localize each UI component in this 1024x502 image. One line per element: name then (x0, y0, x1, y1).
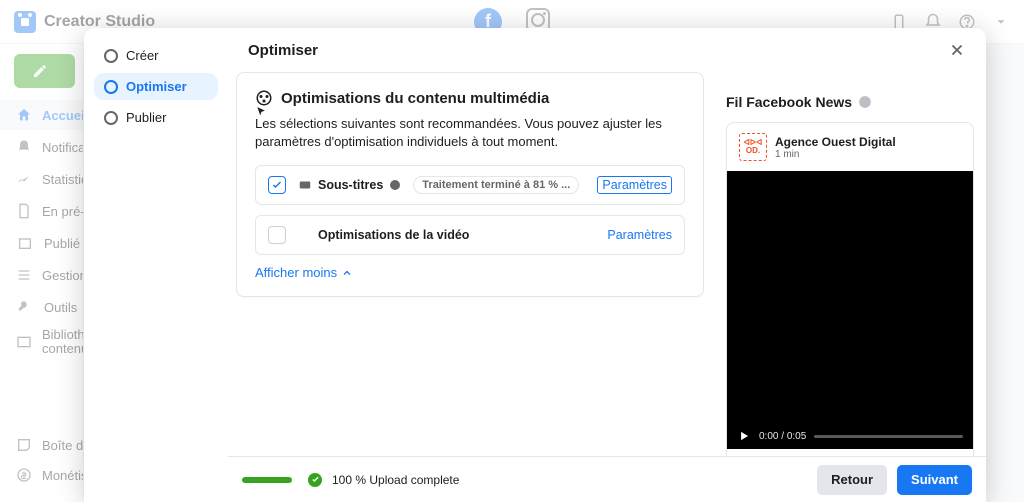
wand-icon (298, 228, 312, 242)
upload-complete-icon (308, 473, 322, 487)
optimization-card: Optimisations du contenu multimédia Les … (236, 72, 704, 297)
post-time: 1 min (775, 149, 896, 160)
opt-label: Sous-titres (318, 178, 383, 192)
step-label: Optimiser (126, 79, 187, 94)
video-opt-checkbox[interactable] (268, 226, 286, 244)
like-button[interactable]: Aimer (727, 449, 850, 456)
info-icon[interactable] (389, 179, 401, 191)
stepper: Créer Optimiser Publier (84, 28, 228, 502)
subtitles-settings-link[interactable]: Paramètres (597, 176, 672, 194)
opt-label: Optimisations de la vidéo (318, 228, 469, 242)
dialog-title: Optimiser (248, 42, 318, 59)
content-column: Optimisations du contenu multimédia Les … (228, 72, 712, 456)
step-publier[interactable]: Publier (94, 104, 218, 131)
video-time-current: 0:00 / 0:05 (759, 431, 806, 442)
upload-status-text: 100 % Upload complete (332, 473, 459, 487)
dialog-footer: 100 % Upload complete Retour Suivant (228, 456, 986, 502)
chevron-up-icon (341, 267, 353, 279)
opt-row-subtitles: Sous-titres Traitement terminé à 81 % ..… (255, 165, 685, 205)
film-icon (255, 89, 273, 107)
post-preview-card: ᐊᐅᐊ OD. Agence Ouest Digital 1 min 0:00 … (726, 122, 974, 456)
dialog-header: Optimiser (228, 28, 986, 72)
dialog-main: Optimiser Optimisations du contenu multi… (228, 28, 986, 502)
post-header: ᐊᐅᐊ OD. Agence Ouest Digital 1 min (727, 123, 973, 171)
info-icon[interactable] (858, 95, 872, 109)
step-label: Créer (126, 48, 159, 63)
step-optimiser[interactable]: Optimiser (94, 73, 218, 100)
card-description: Les sélections suivantes sont recommandé… (255, 115, 685, 151)
card-heading: Optimisations du contenu multimédia (255, 89, 685, 107)
video-preview[interactable]: 0:00 / 0:05 (727, 171, 973, 449)
step-creer[interactable]: Créer (94, 42, 218, 69)
post-actions: Aimer Commenter (727, 449, 973, 456)
preview-title-text: Fil Facebook News (726, 94, 852, 110)
cc-icon (298, 178, 312, 192)
preview-title: Fil Facebook News (726, 94, 974, 110)
show-less-label: Afficher moins (255, 265, 337, 280)
page-avatar: ᐊᐅᐊ OD. (739, 133, 767, 161)
dialog-body: Optimisations du contenu multimédia Les … (228, 72, 986, 456)
preview-column: Fil Facebook News ᐊᐅᐊ OD. Agence Ouest D… (726, 72, 974, 456)
processing-badge: Traitement terminé à 81 % ... (413, 176, 579, 194)
video-settings-link[interactable]: Paramètres (607, 228, 672, 242)
close-button[interactable] (948, 41, 966, 59)
step-label: Publier (126, 110, 166, 125)
page-name: Agence Ouest Digital (775, 135, 896, 149)
show-less-link[interactable]: Afficher moins (255, 265, 685, 280)
opt-row-video: Optimisations de la vidéo Paramètres (255, 215, 685, 255)
cursor-icon (255, 106, 269, 120)
video-progress[interactable] (814, 435, 963, 438)
next-button[interactable]: Suivant (897, 465, 972, 495)
play-icon[interactable] (737, 429, 751, 443)
subtitles-checkbox[interactable] (268, 176, 286, 194)
video-controls: 0:00 / 0:05 (727, 429, 973, 443)
video-opt-title: Optimisations de la vidéo (298, 228, 469, 242)
comment-button[interactable]: Commenter (850, 449, 973, 456)
card-title: Optimisations du contenu multimédia (281, 90, 549, 107)
upload-progress-bar (242, 477, 292, 483)
subtitles-title: Sous-titres Traitement terminé à 81 % ..… (298, 176, 579, 194)
upload-dialog: Créer Optimiser Publier Optimiser Optimi… (84, 28, 986, 502)
back-button[interactable]: Retour (817, 465, 887, 495)
